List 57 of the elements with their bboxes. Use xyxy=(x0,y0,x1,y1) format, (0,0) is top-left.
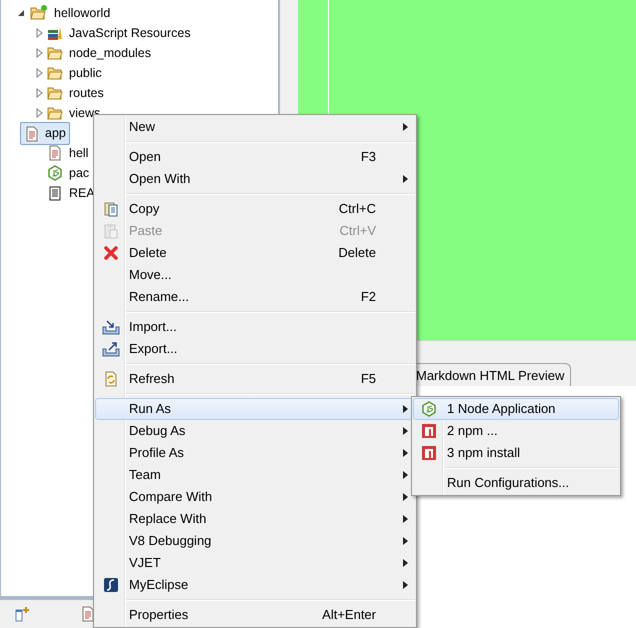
menu-item[interactable]: Import... xyxy=(95,316,415,338)
submenu-arrow-icon xyxy=(402,493,408,501)
menu-item[interactable]: Delete Delete xyxy=(95,242,415,264)
npm-icon xyxy=(421,445,437,461)
menu-item[interactable]: 3 npm install xyxy=(413,442,619,464)
file-icon xyxy=(47,145,63,162)
folder-icon xyxy=(47,45,63,62)
export-icon xyxy=(102,341,120,357)
menu-item[interactable]: 1 Node Application xyxy=(413,398,619,420)
menu-item[interactable]: Copy Ctrl+C xyxy=(95,198,415,220)
menu-item[interactable]: Move... xyxy=(95,264,415,286)
folder-icon xyxy=(47,65,63,82)
project-icon xyxy=(30,5,48,22)
menu-item[interactable]: Export... xyxy=(95,338,415,360)
submenu-arrow-icon xyxy=(402,123,408,131)
editor-tab[interactable]: Markdown HTML Preview xyxy=(415,362,572,386)
menu-item[interactable]: Replace With xyxy=(95,508,415,530)
tree-item[interactable]: app xyxy=(20,122,70,145)
menu-item[interactable]: V8 Debugging xyxy=(95,530,415,552)
menu-item[interactable]: Compare With xyxy=(95,486,415,508)
close-icon xyxy=(103,245,119,261)
menu-item[interactable]: Profile As xyxy=(95,442,415,464)
submenu-arrow-icon xyxy=(402,175,408,183)
menu-item[interactable]: Team xyxy=(95,464,415,486)
js-icon xyxy=(421,401,437,417)
refresh-icon xyxy=(103,371,119,387)
submenu-arrow-icon xyxy=(402,581,408,589)
menu-item[interactable]: Run Configurations... xyxy=(413,472,619,494)
menu-item[interactable]: Rename... F2 xyxy=(95,286,415,308)
menu-item[interactable]: Debug As xyxy=(95,420,415,442)
folder-icon xyxy=(47,85,63,102)
import-icon xyxy=(102,319,120,335)
s-logo-icon xyxy=(103,577,119,593)
submenu-arrow-icon xyxy=(402,427,408,435)
new-view-icon xyxy=(14,606,30,622)
document-icon xyxy=(47,185,63,202)
clipboard-icon xyxy=(103,223,119,239)
menu-item[interactable]: Refresh F5 xyxy=(95,368,415,390)
js-icon xyxy=(47,165,63,182)
submenu-arrow-icon xyxy=(402,559,408,567)
menu-item[interactable]: 2 npm ... xyxy=(413,420,619,442)
submenu-arrow-icon xyxy=(402,515,408,523)
file-icon xyxy=(24,126,40,142)
submenu-arrow-icon xyxy=(402,537,408,545)
menu-item[interactable]: Open F3 xyxy=(95,146,415,168)
menu-item[interactable]: MyEclipse xyxy=(95,574,415,596)
menu-item[interactable]: New xyxy=(95,116,415,138)
file-icon xyxy=(80,606,96,622)
submenu-arrow-icon xyxy=(402,405,408,413)
submenu-arrow-icon xyxy=(402,471,408,479)
folder-icon xyxy=(47,105,63,122)
menu-item[interactable]: Properties Alt+Enter xyxy=(95,604,415,626)
clipboard-icon xyxy=(103,201,119,217)
menu-item[interactable]: Open With xyxy=(95,168,415,190)
submenu-arrow-icon xyxy=(402,449,408,457)
npm-icon xyxy=(421,423,437,439)
menu-item[interactable]: VJET xyxy=(95,552,415,574)
